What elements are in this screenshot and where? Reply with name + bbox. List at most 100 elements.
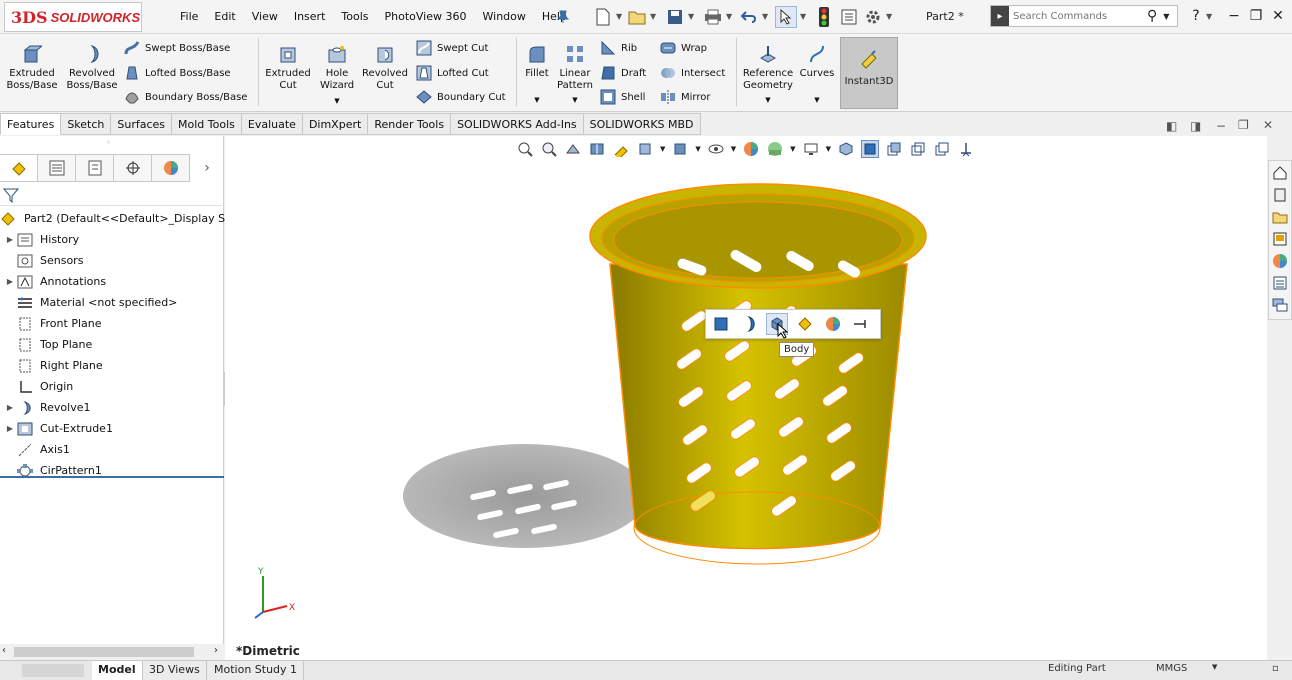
open-caret-icon[interactable]: ▼ (650, 12, 656, 21)
pin-icon[interactable] (552, 6, 574, 28)
tree-item-history[interactable]: ▶ History (0, 229, 224, 250)
property-manager-tab-icon[interactable] (38, 154, 76, 182)
expand-arrow-icon[interactable]: ▶ (4, 424, 16, 433)
select-caret-icon[interactable]: ▼ (800, 12, 806, 21)
tab-model[interactable]: Model (92, 661, 143, 680)
tree-item-revolve1[interactable]: ▶ Revolve1 (0, 397, 224, 418)
fillet-caret-icon[interactable]: ▼ (520, 94, 554, 106)
lofted-cut-button[interactable]: Lofted Cut (416, 63, 489, 83)
tree-item-origin[interactable]: Origin (0, 376, 224, 397)
close-button[interactable]: ✕ (1268, 6, 1288, 26)
viewport-next-view-icon[interactable]: ◨ (1190, 119, 1201, 133)
configuration-manager-tab-icon[interactable] (76, 154, 114, 182)
shell-button[interactable]: Shell (600, 87, 645, 107)
new-document-icon[interactable] (592, 6, 614, 28)
right-view-icon[interactable] (933, 140, 951, 158)
open-icon[interactable] (626, 6, 648, 28)
search-caret-icon[interactable]: ▼ (1163, 12, 1169, 21)
tree-item-top-plane[interactable]: Top Plane (0, 334, 224, 355)
tab-surfaces[interactable]: Surfaces (111, 113, 173, 135)
menu-window[interactable]: Window (475, 10, 534, 23)
hide-show-caret-icon[interactable]: ▼ (731, 145, 736, 153)
reference-geometry-caret-icon[interactable]: ▼ (740, 94, 796, 106)
hole-wizard-caret-icon[interactable]: ▼ (316, 95, 358, 107)
viewport-minimize-button[interactable]: − (1216, 119, 1226, 133)
menu-photoview[interactable]: PhotoView 360 (377, 10, 475, 23)
hide-show-items-icon[interactable] (707, 140, 725, 158)
tab-3d-views[interactable]: 3D Views (143, 661, 207, 680)
zoom-to-area-icon[interactable] (540, 140, 558, 158)
instant3d-button[interactable]: Instant3D (840, 37, 898, 109)
edit-sketch-icon[interactable] (710, 313, 732, 335)
help-question-icon[interactable]: ? (1186, 6, 1206, 26)
hole-wizard-button[interactable]: Hole Wizard ▼ (316, 38, 358, 107)
previous-view-icon[interactable] (564, 140, 582, 158)
extruded-cut-button[interactable]: Extruded Cut (264, 38, 312, 92)
curves-button[interactable]: Curves ▼ (798, 38, 836, 106)
tab-features[interactable]: Features (0, 113, 62, 135)
view-orientation-caret-icon[interactable]: ▼ (660, 145, 665, 153)
custom-properties-icon[interactable] (1270, 273, 1290, 293)
part-appearance-icon[interactable] (794, 313, 816, 335)
view-orientation-icon[interactable] (636, 140, 654, 158)
tab-motion-study-1[interactable]: Motion Study 1 (208, 661, 305, 680)
options-caret-icon[interactable]: ▼ (886, 12, 892, 21)
viewport-restore-button[interactable]: ❐ (1238, 118, 1249, 132)
options-gear-icon[interactable] (862, 6, 884, 28)
reference-geometry-button[interactable]: Reference Geometry ▼ (740, 38, 796, 106)
tab-solidworks-mbd[interactable]: SOLIDWORKS MBD (583, 113, 701, 135)
front-view-icon[interactable] (909, 140, 927, 158)
solidworks-resources-home-icon[interactable] (1270, 163, 1290, 183)
new-caret-icon[interactable]: ▼ (616, 12, 622, 21)
linear-pattern-button[interactable]: Linear Pattern ▼ (556, 38, 594, 106)
tab-render-tools[interactable]: Render Tools (368, 113, 452, 135)
graphics-area[interactable]: Y X (225, 136, 1267, 660)
status-units[interactable]: MMGS (1156, 663, 1187, 674)
tree-item-annotations[interactable]: ▶ Annotations (0, 271, 224, 292)
save-icon[interactable] (664, 6, 686, 28)
search-input[interactable] (1009, 9, 1139, 23)
tab-solidworks-add-ins[interactable]: SOLIDWORKS Add-Ins (451, 113, 584, 135)
select-arrow-icon[interactable] (775, 6, 797, 28)
save-caret-icon[interactable]: ▼ (688, 12, 694, 21)
expand-arrow-icon[interactable]: ▶ (4, 403, 16, 412)
basket-body[interactable] (609, 263, 908, 550)
search-source-icon[interactable]: ▸ (991, 6, 1009, 26)
rib-button[interactable]: Rib (600, 38, 637, 58)
tree-item-right-plane[interactable]: Right Plane (0, 355, 224, 376)
tree-item-sensors[interactable]: Sensors (0, 250, 224, 271)
status-notification-icon[interactable]: ▫ (1272, 663, 1279, 674)
extruded-boss-button[interactable]: Extruded Boss/Base (4, 38, 60, 92)
swept-boss-button[interactable]: Swept Boss/Base (124, 38, 230, 58)
tab-nav-arrows[interactable] (22, 664, 84, 677)
expand-arrow-icon[interactable]: ▶ (4, 277, 16, 286)
dimxpert-manager-tab-icon[interactable] (114, 154, 152, 182)
dynamic-annotation-icon[interactable] (612, 140, 630, 158)
revolved-boss-button[interactable]: Revolved Boss/Base (64, 38, 120, 92)
filter-funnel-icon[interactable] (3, 187, 19, 203)
undo-icon[interactable] (738, 6, 760, 28)
display-style-icon[interactable] (671, 140, 689, 158)
display-manager-tab-icon[interactable] (152, 154, 190, 182)
tab-mold-tools[interactable]: Mold Tools (172, 113, 242, 135)
zoom-to-fit-icon[interactable] (516, 140, 534, 158)
help-caret-icon[interactable]: ▼ (1206, 12, 1212, 21)
boundary-boss-button[interactable]: Boundary Boss/Base (124, 87, 247, 107)
forum-icon[interactable] (1270, 295, 1290, 315)
section-view-icon[interactable] (588, 140, 606, 158)
intersect-button[interactable]: Intersect (660, 63, 725, 83)
search-icon[interactable]: ⚲ (1147, 8, 1157, 24)
curves-caret-icon[interactable]: ▼ (798, 94, 836, 106)
viewport-close-button[interactable]: ✕ (1263, 118, 1273, 132)
units-caret-icon[interactable]: ▼ (1212, 663, 1217, 671)
rollback-bar[interactable] (0, 476, 224, 478)
print-caret-icon[interactable]: ▼ (726, 12, 732, 21)
lofted-boss-button[interactable]: Lofted Boss/Base (124, 63, 231, 83)
expand-arrow-icon[interactable]: ▶ (4, 235, 16, 244)
dimetric-view-icon[interactable] (860, 140, 879, 158)
file-explorer-icon[interactable] (1270, 207, 1290, 227)
menu-file[interactable]: File (172, 10, 206, 23)
view-settings-icon[interactable] (802, 140, 820, 158)
feature-manager-tab-icon[interactable] (0, 154, 38, 182)
design-library-icon[interactable] (1270, 185, 1290, 205)
